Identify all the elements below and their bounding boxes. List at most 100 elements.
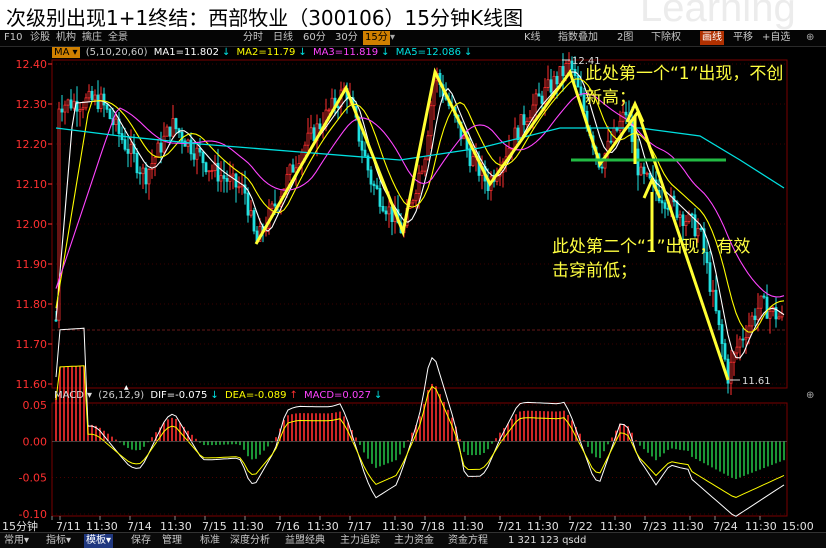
tab-common[interactable]: 常用▾	[4, 534, 29, 548]
price-axis-label: 12.30	[16, 98, 48, 111]
tab-deep-analysis[interactable]: 深度分析	[230, 534, 270, 548]
candle-body	[153, 156, 157, 164]
candle-body	[225, 178, 229, 182]
expand-icon[interactable]: ⊕	[806, 389, 814, 403]
two-charts-menu[interactable]: 2图	[617, 31, 633, 45]
candle-body	[72, 100, 76, 109]
ex-rights-menu[interactable]: 下除权	[651, 31, 681, 45]
candle-body	[387, 206, 391, 215]
index-overlay-menu[interactable]: 指数叠加	[558, 31, 598, 45]
candle-body	[291, 164, 295, 173]
tab-classic[interactable]: 益盟经典	[285, 534, 325, 548]
candle-body	[81, 107, 85, 110]
ma-params: (5,10,20,60)	[85, 47, 148, 58]
dea-value: DEA=-0.089	[224, 390, 287, 401]
candle-body	[699, 228, 703, 230]
period-tab-intraday[interactable]: 分时	[243, 31, 263, 45]
candle-body	[171, 118, 175, 137]
f10-button[interactable]: F10	[4, 31, 22, 45]
candle-body	[519, 114, 523, 141]
candle-body	[174, 118, 178, 130]
candle-body	[417, 172, 421, 194]
tab-templates[interactable]: 模板▾	[84, 534, 114, 548]
bottom-bar: 常用▾ 指标▾ 模板▾ 保存 管理 标准 深度分析 益盟经典 主力追踪 主力资金…	[0, 532, 826, 548]
candle-body	[363, 149, 367, 157]
dif-value: DIF=-0.075	[150, 390, 208, 401]
macd-legend: MACD ▾ (26,12,9) DIF=-0.075 ↓ DEA=-0.089 ↑ …	[0, 389, 826, 403]
tab-main-force-tracking[interactable]: 主力追踪	[340, 534, 380, 548]
price-axis-label: 12.20	[16, 138, 48, 151]
price-axis-label: 12.10	[16, 178, 48, 191]
candle-body	[600, 166, 604, 169]
candle-body	[759, 295, 763, 309]
candle-body	[549, 79, 553, 93]
page-title: 次级别出现1+1终结：西部牧业（300106）15分钟K线图	[6, 6, 524, 30]
candle-body	[567, 60, 571, 64]
macd-indicator-selector[interactable]: MACD ▾	[54, 390, 92, 401]
ma5-value: MA5=12.086	[395, 47, 461, 58]
period-tab-15m[interactable]: 15分	[363, 31, 390, 45]
period-tab-60m[interactable]: 60分	[303, 31, 326, 45]
candle-body	[777, 316, 781, 320]
candle-body	[369, 169, 373, 185]
candle-body	[540, 95, 544, 104]
toolbar: F10 诊股 机构 擒庄 全景 分时 日线 60分 30分 15分 ▾ K线 指…	[0, 30, 826, 47]
candle-body	[522, 114, 526, 126]
tab-indicators[interactable]: 指标▾	[46, 534, 71, 548]
candle-body	[768, 310, 772, 319]
ma2-line	[55, 78, 785, 333]
tab-main-force-funds[interactable]: 主力资金	[394, 534, 434, 548]
add-watchlist-button[interactable]: +自选	[762, 31, 790, 45]
candle-body	[201, 151, 205, 164]
candle-body	[249, 210, 253, 216]
candle-body	[69, 99, 73, 109]
up-arrow-icon: ↑	[289, 390, 298, 401]
candle-body	[318, 123, 322, 130]
candle-body	[162, 135, 166, 153]
candle-body	[762, 295, 766, 298]
candle-body	[372, 183, 376, 187]
manage-button[interactable]: 管理	[162, 534, 182, 548]
candle-body	[537, 93, 541, 97]
price-axis-label: 11.80	[16, 298, 48, 311]
candle-body	[204, 162, 208, 173]
candle-body	[675, 201, 679, 218]
pan-button[interactable]: 平移	[733, 31, 753, 45]
candle-body	[564, 62, 568, 77]
period-dropdown-icon[interactable]: ▾	[390, 31, 395, 45]
candle-body	[624, 111, 628, 116]
candle-body	[714, 289, 718, 312]
candle-body	[645, 172, 649, 175]
candle-body	[126, 148, 130, 154]
candle-body	[642, 166, 646, 174]
candle-body	[156, 142, 160, 158]
candle-body	[561, 66, 565, 77]
tab-fund-equation[interactable]: 资金方程	[448, 534, 488, 548]
title-bar: Learning 次级别出现1+1终结：西部牧业（300106）15分钟K线图	[0, 0, 826, 30]
candle-body	[195, 147, 199, 160]
diagnose-button[interactable]: 诊股	[30, 31, 50, 45]
panorama-button[interactable]: 全景	[108, 31, 128, 45]
macd-params: (26,12,9)	[98, 390, 145, 401]
period-tab-30m[interactable]: 30分	[335, 31, 358, 45]
ma-indicator-selector[interactable]: MA ▾	[52, 47, 80, 58]
candle-body	[384, 210, 388, 215]
expand-icon[interactable]: ⊕	[806, 31, 814, 45]
period-tab-daily[interactable]: 日线	[273, 31, 293, 45]
candle-body	[513, 127, 517, 149]
candle-body	[660, 200, 664, 204]
macd-label: MACD	[54, 390, 84, 401]
candle-body	[420, 170, 424, 174]
catch-dealer-button[interactable]: 擒庄	[82, 31, 102, 45]
candle-body	[129, 143, 133, 154]
kline-menu[interactable]: K线	[524, 31, 541, 45]
institution-button[interactable]: 机构	[56, 31, 76, 45]
tab-indicators-label: 指标	[46, 535, 66, 546]
candle-body	[66, 99, 70, 106]
draw-line-button[interactable]: 画线	[700, 31, 724, 45]
tab-standard[interactable]: 标准	[200, 534, 220, 548]
price-axis-label: 12.00	[16, 218, 48, 231]
candle-body	[90, 90, 94, 101]
candle-body	[639, 166, 643, 176]
save-button[interactable]: 保存	[131, 534, 151, 548]
